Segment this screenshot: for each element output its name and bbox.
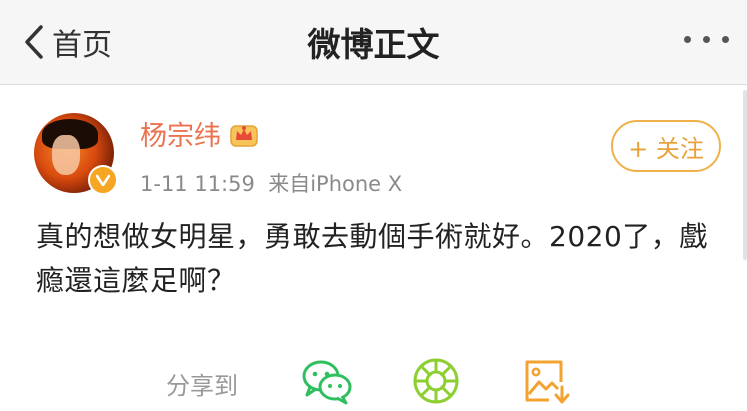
wechat-icon [302,360,352,405]
author-avatar[interactable] [34,113,118,195]
verified-badge-icon [88,165,118,195]
save-image-icon [525,360,570,404]
author-name: 杨宗纬 [140,121,221,152]
save-image-button[interactable] [519,356,571,406]
post-text: 真的想做女明星，勇敢去動個手術就好。2020了，戲瘾還這麼足啊？ [36,220,708,297]
navigation-bar: 首页 微博正文 [0,0,747,85]
share-label: 分享到 [166,372,238,400]
post-meta: 1-11 11:59 来自iPhone X [140,168,402,198]
post-source: 来自iPhone X [268,172,403,196]
moments-icon [413,358,459,404]
author-name-row[interactable]: 杨宗纬 [140,114,259,153]
crown-badge-icon [230,124,258,147]
wechat-share-button[interactable] [301,356,353,406]
post-timestamp: 1-11 11:59 [140,172,255,196]
follow-button[interactable]: + 关注 [611,120,721,172]
more-dots-icon[interactable] [684,36,729,43]
page-title: 微博正文 [307,25,440,64]
share-bar: 分享到 [0,352,747,411]
moments-share-button[interactable] [410,356,462,406]
scrollbar[interactable] [743,90,747,260]
